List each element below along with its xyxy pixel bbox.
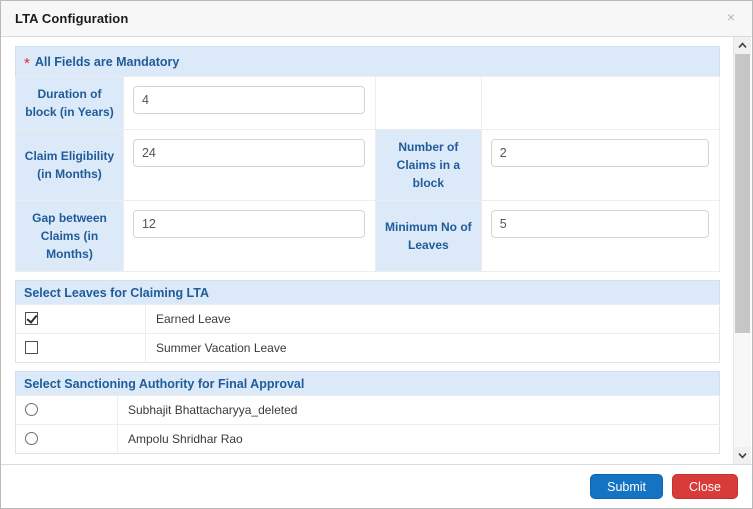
field-cell-minimum-no-of-leaves <box>480 200 721 272</box>
table-row[interactable]: Earned Leave <box>15 304 720 334</box>
field-label-gap-between-claims: Gap between Claims (in Months) <box>15 200 124 272</box>
field-cell-claim-eligibility <box>122 129 376 201</box>
chevron-down-icon <box>738 453 747 459</box>
mandatory-notice: * All Fields are Mandatory <box>15 46 720 76</box>
mandatory-notice-text: All Fields are Mandatory <box>34 54 180 69</box>
gap-between-claims-input[interactable] <box>132 210 365 238</box>
form-blank-input-cell <box>480 76 721 130</box>
field-cell-number-of-claims <box>480 129 721 201</box>
dialog-titlebar: LTA Configuration × <box>1 1 752 37</box>
authority-radio-cell[interactable] <box>15 424 118 454</box>
authority-option-table: Subhajit Bhattacharyya_deleted Ampolu Sh… <box>15 395 720 454</box>
field-label-claim-eligibility: Claim Eligibility (in Months) <box>15 129 124 201</box>
required-asterisk-icon: * <box>24 54 30 72</box>
leave-label-earned-leave: Earned Leave <box>145 304 720 334</box>
dialog-footer: Submit Close <box>1 464 752 508</box>
scrollbar-track[interactable] <box>734 54 751 447</box>
field-label-duration-of-block: Duration of block (in Years) <box>15 76 124 130</box>
dialog-title: LTA Configuration <box>15 11 129 26</box>
leave-label-summer-vacation-leave: Summer Vacation Leave <box>145 333 720 363</box>
scroll-viewport: * All Fields are Mandatory Duration of b… <box>1 37 732 464</box>
field-label-number-of-claims: Number of Claims in a block <box>374 129 482 201</box>
chevron-up-icon <box>738 42 747 48</box>
leave-checkbox-cell[interactable] <box>15 304 146 334</box>
duration-of-block-input[interactable] <box>132 86 365 114</box>
dialog-body: * All Fields are Mandatory Duration of b… <box>1 37 752 464</box>
table-row[interactable]: Subhajit Bhattacharyya_deleted <box>15 395 720 425</box>
field-cell-gap-between-claims <box>122 200 376 272</box>
submit-button[interactable]: Submit <box>590 474 664 499</box>
authority-radio-cell[interactable] <box>15 395 118 425</box>
form-blank-label-cell <box>374 76 482 130</box>
leaves-section-header: Select Leaves for Claiming LTA <box>15 280 720 304</box>
checkbox-earned-leave[interactable] <box>25 312 38 326</box>
close-icon[interactable]: × <box>723 9 739 25</box>
radio-ampolu-shridhar-rao[interactable] <box>25 432 38 446</box>
table-row[interactable]: Summer Vacation Leave <box>15 333 720 363</box>
table-row[interactable]: Ampolu Shridhar Rao <box>15 424 720 454</box>
authority-section-header: Select Sanctioning Authority for Final A… <box>15 371 720 395</box>
authority-label-ampolu-shridhar-rao: Ampolu Shridhar Rao <box>117 424 720 454</box>
scroll-down-button[interactable] <box>734 447 751 464</box>
checkbox-summer-vacation-leave[interactable] <box>25 341 38 355</box>
scrollbar-thumb[interactable] <box>735 54 750 334</box>
leave-checkbox-cell[interactable] <box>15 333 146 363</box>
field-cell-duration-of-block <box>122 76 376 130</box>
configuration-form-table: Duration of block (in Years) Claim Eligi… <box>15 76 721 272</box>
field-label-minimum-no-of-leaves: Minimum No of Leaves <box>374 200 482 272</box>
authority-label-subhajit-bhattacharyya-deleted: Subhajit Bhattacharyya_deleted <box>117 395 720 425</box>
number-of-claims-input[interactable] <box>490 139 709 167</box>
claim-eligibility-input[interactable] <box>132 139 365 167</box>
form-row: Gap between Claims (in Months) Minimum N… <box>15 200 721 272</box>
leaves-option-table: Earned Leave Summer Vacation Leave <box>15 304 720 363</box>
radio-subhajit-bhattacharyya-deleted[interactable] <box>25 403 38 417</box>
scroll-up-button[interactable] <box>734 37 751 54</box>
minimum-no-of-leaves-input[interactable] <box>490 210 709 238</box>
form-row: Duration of block (in Years) <box>15 76 721 130</box>
close-button[interactable]: Close <box>672 474 738 499</box>
lta-configuration-dialog: LTA Configuration × * All Fields are Man… <box>0 0 753 509</box>
vertical-scrollbar[interactable] <box>733 37 751 464</box>
form-row: Claim Eligibility (in Months) Number of … <box>15 129 721 201</box>
